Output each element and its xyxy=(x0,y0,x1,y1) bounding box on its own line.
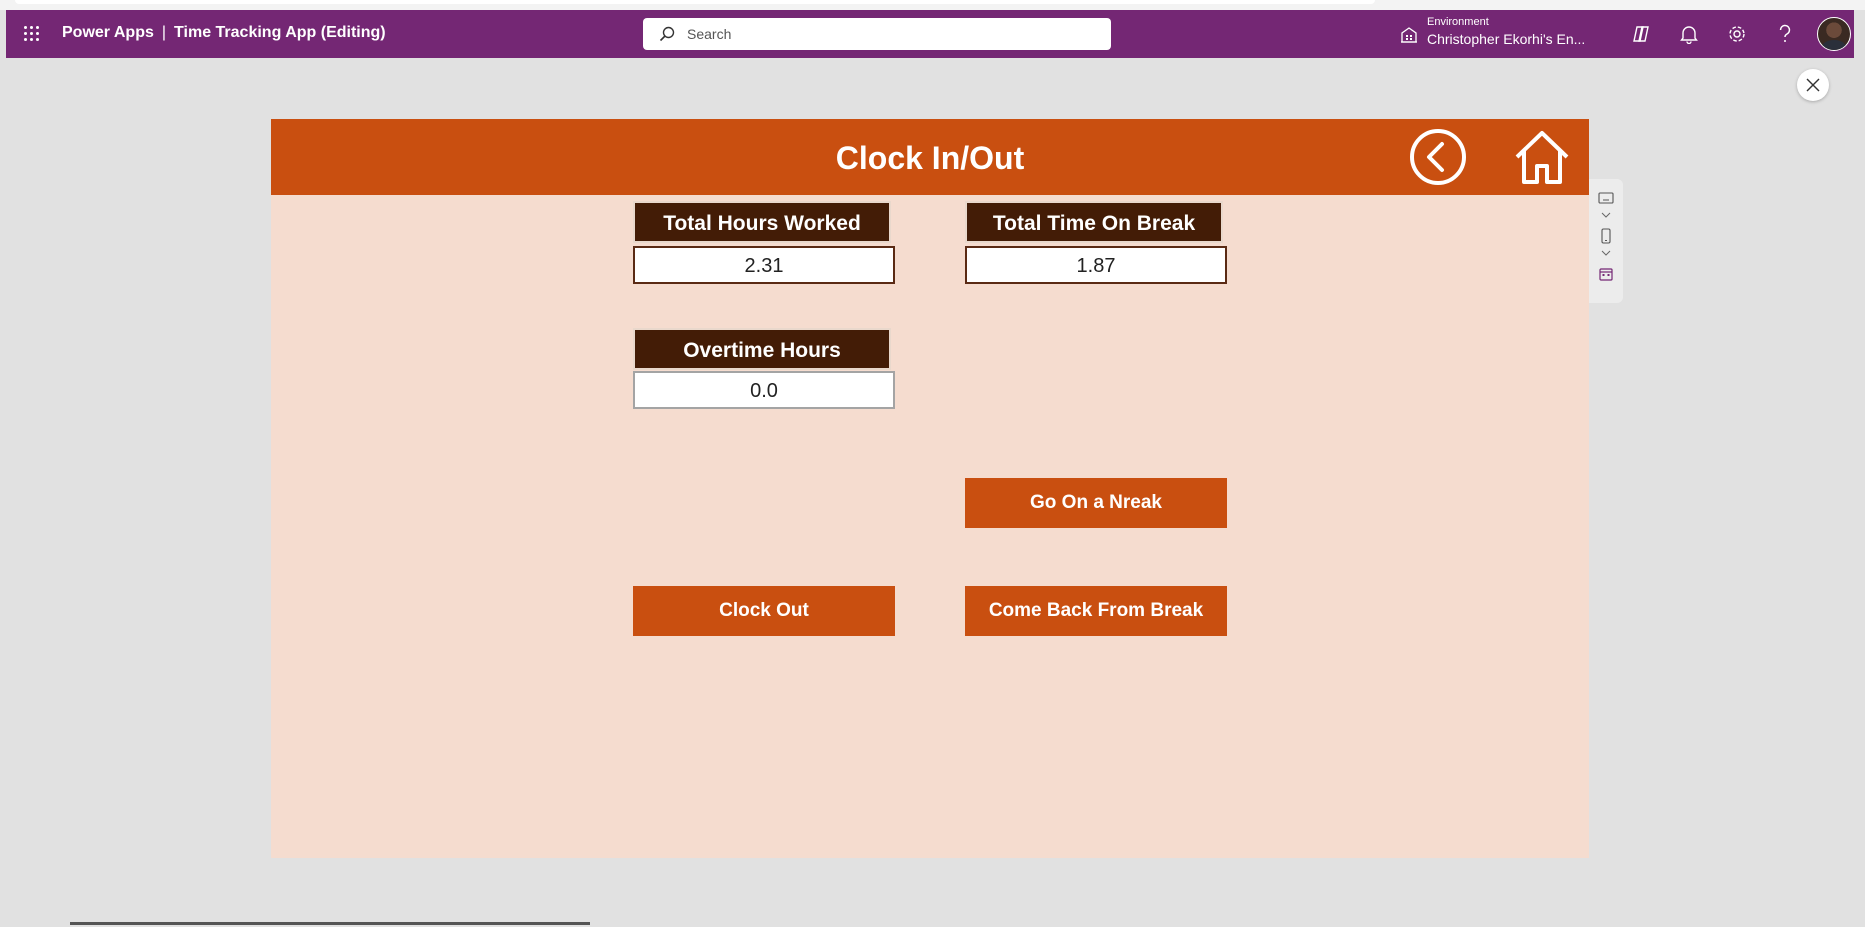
clock-out-button[interactable]: Clock Out xyxy=(633,586,895,636)
app-header: Power Apps | Time Tracking App (Editing) E… xyxy=(6,10,1854,58)
horizontal-scrollbar[interactable] xyxy=(70,922,590,925)
search-box[interactable] xyxy=(643,18,1111,50)
total-time-on-break-label: Total Time On Break xyxy=(965,201,1223,243)
chevron-down-icon[interactable] xyxy=(1598,207,1614,223)
screen-title: Clock In/Out xyxy=(835,140,1025,176)
search-icon xyxy=(659,26,675,42)
search-input[interactable] xyxy=(685,25,1089,43)
close-icon xyxy=(1806,78,1820,92)
overtime-hours-label: Overtime Hours xyxy=(633,328,891,370)
desktop-view-icon[interactable] xyxy=(1598,191,1614,207)
app-name: Time Tracking App (Editing) xyxy=(174,24,386,41)
browser-top-strip xyxy=(0,0,1865,10)
environment-icon[interactable] xyxy=(1400,26,1418,44)
title-separator: | xyxy=(161,24,167,41)
come-back-from-break-button[interactable]: Come Back From Break xyxy=(965,586,1227,636)
go-on-break-button[interactable]: Go On a Nreak xyxy=(965,478,1227,528)
tab-edge xyxy=(15,0,1375,4)
back-arrow-icon[interactable] xyxy=(1409,128,1467,186)
app-launcher-icon[interactable] xyxy=(22,24,42,44)
product-name[interactable]: Power Apps xyxy=(62,24,154,41)
avatar[interactable] xyxy=(1817,17,1851,51)
calendar-icon[interactable] xyxy=(1598,266,1614,282)
mobile-view-icon[interactable] xyxy=(1598,228,1614,244)
bell-icon[interactable] xyxy=(1677,22,1701,46)
environment-picker[interactable]: Environment Christopher Ekorhi's En... xyxy=(1427,15,1585,49)
home-icon[interactable] xyxy=(1513,128,1571,186)
total-time-on-break-value[interactable]: 1.87 xyxy=(965,246,1227,284)
close-preview-button[interactable] xyxy=(1797,69,1829,101)
title-banner: Clock In/Out xyxy=(271,119,1589,195)
app-title: Power Apps | Time Tracking App (Editing) xyxy=(62,24,386,42)
copilot-icon[interactable] xyxy=(1629,22,1653,46)
overtime-hours-value[interactable]: 0.0 xyxy=(633,371,895,409)
app-screen-canvas: Clock In/Out Total Hours Worked 2.31 Tot… xyxy=(271,119,1589,858)
help-icon[interactable] xyxy=(1773,22,1797,46)
chevron-down-icon[interactable] xyxy=(1598,245,1614,261)
total-hours-worked-label: Total Hours Worked xyxy=(633,201,891,243)
environment-name: Christopher Ekorhi's En... xyxy=(1427,31,1586,47)
total-hours-worked-value[interactable]: 2.31 xyxy=(633,246,895,284)
gear-icon[interactable] xyxy=(1725,22,1749,46)
device-preview-panel xyxy=(1589,179,1623,303)
environment-label: Environment xyxy=(1427,16,1489,28)
